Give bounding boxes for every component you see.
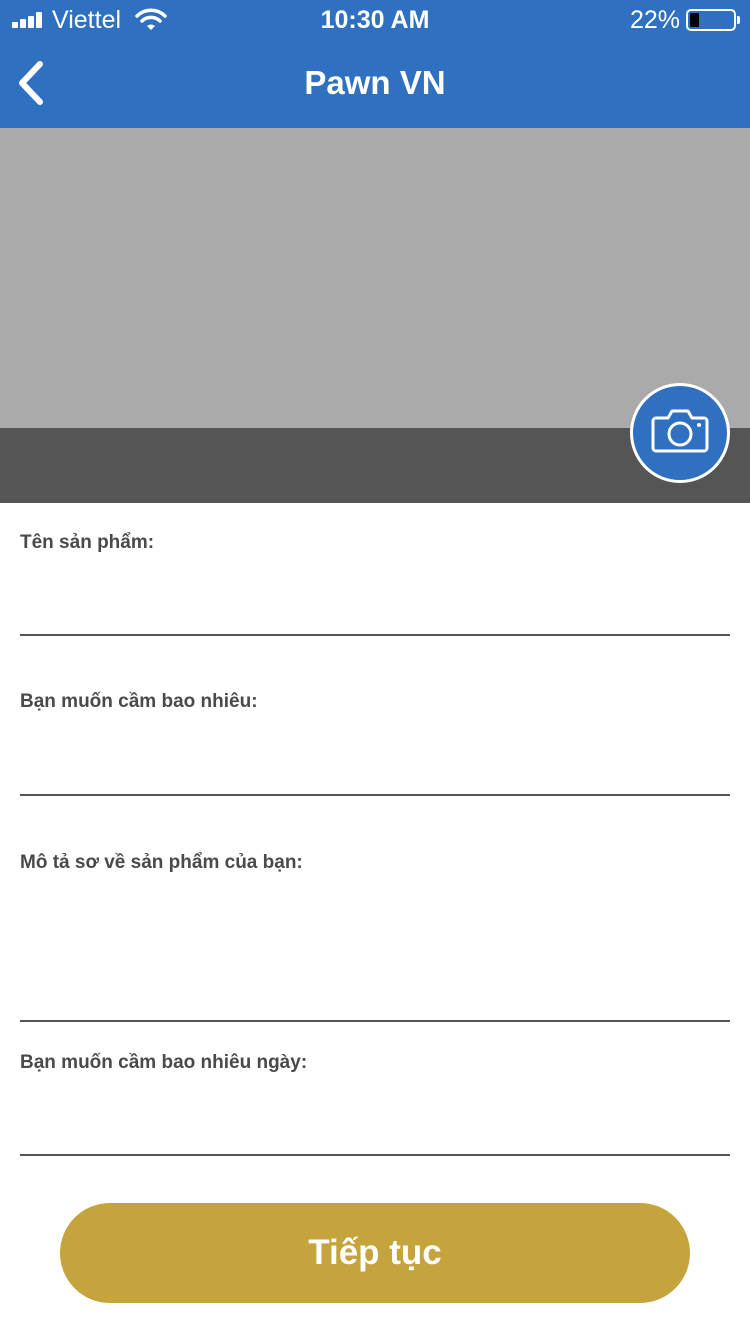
- app-header: Viettel 10:30 AM 22% Pawn VN: [0, 0, 750, 128]
- battery-percent: 22%: [629, 6, 680, 34]
- status-bar: Viettel 10:30 AM 22%: [0, 0, 750, 40]
- product-name-label: Tên sản phẩm:: [20, 532, 155, 553]
- battery-icon: [686, 9, 740, 31]
- take-photo-button[interactable]: [630, 383, 730, 483]
- continue-button[interactable]: Tiếp tục: [60, 1203, 690, 1303]
- product-description-input[interactable]: [20, 890, 730, 1022]
- pawn-amount-label: Bạn muốn cầm bao nhiêu:: [20, 691, 258, 712]
- page-title: Pawn VN: [304, 64, 446, 101]
- pawn-days-input[interactable]: [20, 1116, 730, 1156]
- product-image-placeholder: [0, 128, 750, 428]
- product-name-input[interactable]: [20, 596, 730, 636]
- pawn-amount-input[interactable]: [20, 756, 730, 796]
- camera-icon: [651, 409, 709, 453]
- pawn-days-label: Bạn muốn cầm bao nhiêu ngày:: [20, 1052, 308, 1073]
- product-description-label: Mô tả sơ về sản phẩm của bạn:: [20, 852, 303, 873]
